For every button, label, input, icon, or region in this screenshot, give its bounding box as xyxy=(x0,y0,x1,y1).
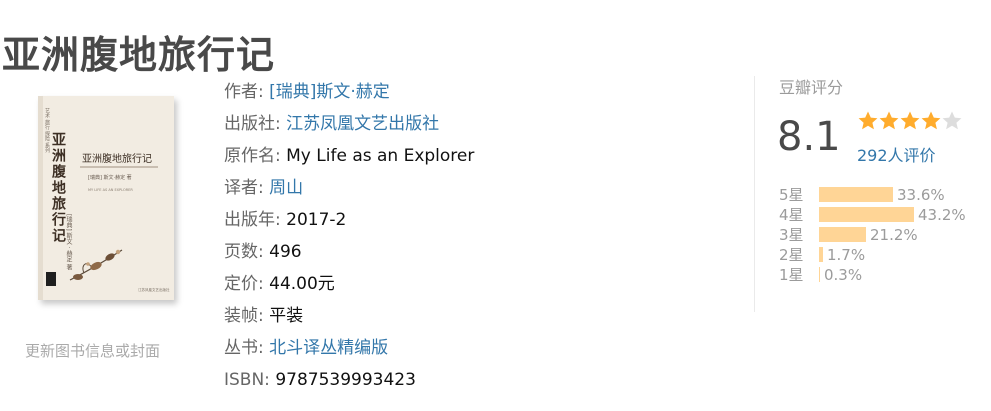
rating-bar-row: 2星 1.7% xyxy=(779,245,966,265)
rating-score: 8.1 xyxy=(777,114,841,160)
star-filled-icon xyxy=(879,111,899,130)
info-row: 原作名: My Life as an Explorer xyxy=(224,140,474,172)
rating-bar xyxy=(819,187,893,202)
rating-bar-label: 5星 xyxy=(779,186,804,204)
info-value: 2017-2 xyxy=(286,210,347,230)
rating-stars xyxy=(857,110,962,134)
rating-bar-percent: 21.2% xyxy=(870,226,918,244)
star-empty-icon xyxy=(942,111,962,130)
cover-publisher: 江苏凤凰文艺出版社 xyxy=(138,288,170,292)
info-row: ISBN: 9787539993423 xyxy=(224,364,474,396)
info-row: 丛书: 北斗译丛精编版 xyxy=(224,332,474,364)
cover-image: 艺术 旅行 探险 系列 亚洲腹地旅行记 亚洲腹地旅行记 [瑞典] 斯文·赫定 著… xyxy=(38,96,174,300)
star-filled-icon xyxy=(900,111,920,130)
rating-bar-label: 4星 xyxy=(779,206,804,224)
info-value: 9787539993423 xyxy=(275,370,416,390)
book-info: 作者: [瑞典]斯文·赫定 出版社: 江苏凤凰文艺出版社 原作名: My Life … xyxy=(224,76,474,396)
info-row: 装帧: 平装 xyxy=(224,300,474,332)
info-value-link[interactable]: 周山 xyxy=(269,178,303,198)
rating-bar-row: 3星 21.2% xyxy=(779,225,966,245)
info-label: ISBN: xyxy=(224,370,270,390)
info-value-link[interactable]: [瑞典]斯文·赫定 xyxy=(269,82,390,102)
info-row: 作者: [瑞典]斯文·赫定 xyxy=(224,76,474,108)
rating-bar-row: 4星 43.2% xyxy=(779,205,966,225)
cover-english-title: MY LIFE AS AN EXPLORER xyxy=(88,188,133,192)
rating-bar-percent: 0.3% xyxy=(824,266,863,284)
info-label: 出版社: xyxy=(224,114,281,134)
info-value: 496 xyxy=(269,242,302,262)
info-label: 原作名: xyxy=(224,146,281,166)
rating-bar xyxy=(819,247,823,262)
info-row: 译者: 周山 xyxy=(224,172,474,204)
info-row: 出版社: 江苏凤凰文艺出版社 xyxy=(224,108,474,140)
book-cover[interactable]: 艺术 旅行 探险 系列 亚洲腹地旅行记 亚洲腹地旅行记 [瑞典] 斯文·赫定 著… xyxy=(38,96,178,304)
info-label: 译者: xyxy=(224,178,264,198)
star-filled-icon xyxy=(858,111,878,130)
info-row: 页数: 496 xyxy=(224,236,474,268)
info-label: 作者: xyxy=(224,82,264,102)
info-value-link[interactable]: 江苏凤凰文艺出版社 xyxy=(286,114,439,134)
rating-bar-percent: 43.2% xyxy=(918,206,966,224)
info-value: 44.00元 xyxy=(269,274,335,294)
info-label: 装帧: xyxy=(224,306,264,326)
rating-bar-percent: 33.6% xyxy=(897,186,945,204)
info-label: 出版年: xyxy=(224,210,281,230)
publisher-logo-icon xyxy=(46,272,56,286)
info-row: 定价: 44.00元 xyxy=(224,268,474,300)
cover-spine xyxy=(38,96,43,300)
rating-bar xyxy=(819,267,820,282)
cover-title-horizontal: 亚洲腹地旅行记 xyxy=(82,154,152,165)
cover-rule xyxy=(80,166,158,168)
rating-bar-row: 1星 0.3% xyxy=(779,265,966,285)
rating-bar-percent: 1.7% xyxy=(827,246,866,264)
flower-illustration-icon xyxy=(69,249,123,281)
rating-label: 豆瓣评分 xyxy=(779,78,844,97)
rating-votes-link[interactable]: 292人评价 xyxy=(857,142,936,166)
info-value: My Life as an Explorer xyxy=(286,146,475,166)
rating-distribution: 5星 33.6% 4星 43.2% 3星 21.2% 2星 1.7% 1星 0.3% xyxy=(779,185,966,285)
star-filled-icon xyxy=(921,111,941,130)
info-value: 平装 xyxy=(269,306,304,326)
rating-bar xyxy=(819,207,914,222)
rating-bar xyxy=(819,227,866,242)
rating-bar-label: 3星 xyxy=(779,226,804,244)
cover-author: [瑞典] 斯文·赫定 著 xyxy=(88,175,132,181)
info-label: 页数: xyxy=(224,242,264,262)
rating-bar-label: 1星 xyxy=(779,266,804,284)
info-value-link[interactable]: 北斗译丛精编版 xyxy=(269,338,388,358)
info-label: 丛书: xyxy=(224,338,264,358)
update-book-info-link[interactable]: 更新图书信息或封面 xyxy=(25,340,160,361)
divider xyxy=(754,76,755,312)
info-label: 定价: xyxy=(224,274,264,294)
info-row: 出版年: 2017-2 xyxy=(224,204,474,236)
rating-bar-row: 5星 33.6% xyxy=(779,185,966,205)
rating-bar-label: 2星 xyxy=(779,246,804,264)
